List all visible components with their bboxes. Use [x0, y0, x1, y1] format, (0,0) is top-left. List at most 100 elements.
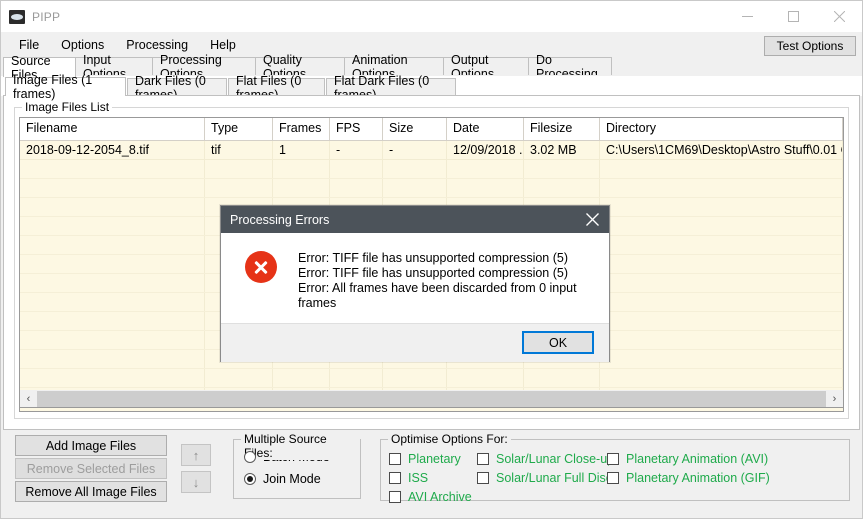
table-cell-empty — [330, 369, 383, 387]
table-row-empty[interactable] — [20, 369, 843, 388]
dialog-title-bar: Processing Errors — [221, 206, 609, 233]
error-icon — [245, 251, 277, 283]
table-row-empty[interactable] — [20, 179, 843, 198]
radio-batch-mode-indicator[interactable] — [244, 451, 256, 463]
checkbox-iss-box[interactable] — [389, 472, 401, 484]
table-row[interactable]: 2018-09-12-2054_8.tif tif 1- -12/09/2018 ..… — [20, 141, 843, 160]
table-cell-empty — [600, 312, 843, 330]
remove-selected-files-button[interactable]: Remove Selected Files — [15, 458, 167, 479]
column-header-frames[interactable]: Frames — [273, 118, 330, 140]
move-down-button[interactable]: ↓ — [181, 471, 211, 493]
table-cell-empty — [600, 369, 843, 387]
table-cell-empty — [524, 179, 600, 197]
column-header-size[interactable]: Size — [383, 118, 447, 140]
table-cell-empty — [20, 160, 205, 178]
tab-do-processing[interactable]: Do Processing — [528, 53, 612, 81]
checkbox-planetary-animation-avi-box[interactable] — [607, 453, 619, 465]
table-cell-empty — [383, 369, 447, 387]
test-options-button[interactable]: Test Options — [764, 36, 856, 56]
table-cell-empty — [600, 274, 843, 292]
checkbox-avi-archive-label: AVI Archive — [408, 490, 472, 504]
subtab-flat-dark-files[interactable]: Flat Dark Files (0 frames) — [326, 74, 456, 102]
table-cell-size: - — [383, 141, 447, 159]
subtab-image-files[interactable]: Image Files (1 frames) — [5, 73, 126, 101]
checkbox-planetary-animation-gif[interactable]: Planetary Animation (GIF) — [607, 471, 770, 485]
optimise-options-label: Optimise Options For: — [388, 432, 511, 446]
table-cell-filesize: 3.02 MB — [524, 141, 600, 159]
table-cell-empty — [20, 293, 205, 311]
table-cell-empty — [20, 369, 205, 387]
table-cell-directory: C:\Users\1CM69\Desktop\Astro Stuff\0.01 … — [600, 141, 843, 159]
multiple-source-files-group: Multiple Source Files: Batch Mode Join M… — [233, 432, 361, 499]
subtab-dark-files[interactable]: Dark Files (0 frames) — [127, 74, 227, 102]
table-cell-empty — [600, 350, 843, 368]
menu-item-help[interactable]: Help — [200, 35, 246, 55]
checkbox-planetary-animation-gif-label: Planetary Animation (GIF) — [626, 471, 770, 485]
table-cell-filename: 2018-09-12-2054_8.tif — [20, 141, 205, 159]
table-cell-empty — [20, 350, 205, 368]
column-header-fps[interactable]: FPS — [330, 118, 383, 140]
checkbox-planetary[interactable]: Planetary — [389, 452, 461, 466]
radio-join-mode-indicator[interactable] — [244, 473, 256, 485]
minimize-button[interactable] — [724, 1, 770, 32]
checkbox-avi-archive[interactable]: AVI Archive — [389, 490, 472, 504]
checkbox-solar-lunar-closeup-box[interactable] — [477, 453, 489, 465]
scroll-left-arrow-icon[interactable]: ‹ — [20, 390, 37, 407]
table-cell-empty — [383, 160, 447, 178]
window-title-bar: PIPP — [1, 1, 862, 32]
menu-item-processing[interactable]: Processing — [116, 35, 198, 55]
table-cell-empty — [600, 331, 843, 349]
table-cell-empty — [447, 160, 524, 178]
checkbox-solar-lunar-full-disc[interactable]: Solar/Lunar Full Disc — [477, 471, 612, 485]
checkbox-solar-lunar-full-disc-box[interactable] — [477, 472, 489, 484]
column-header-filesize[interactable]: Filesize — [524, 118, 600, 140]
dialog-message-list: Error: TIFF file has unsupported compres… — [298, 251, 609, 311]
table-cell-empty — [600, 236, 843, 254]
menu-item-options[interactable]: Options — [51, 35, 114, 55]
table-cell-empty — [524, 160, 600, 178]
maximize-button[interactable] — [770, 1, 816, 32]
table-cell-empty — [205, 179, 273, 197]
table-row-empty[interactable] — [20, 160, 843, 179]
table-cell-empty — [20, 217, 205, 235]
checkbox-planetary-animation-avi-label: Planetary Animation (AVI) — [626, 452, 769, 466]
checkbox-planetary-animation-gif-box[interactable] — [607, 472, 619, 484]
remove-all-image-files-button[interactable]: Remove All Image Files — [15, 481, 167, 502]
dialog-message-line: Error: All frames have been discarded fr… — [298, 281, 577, 310]
table-cell-empty — [20, 331, 205, 349]
column-header-directory[interactable]: Directory — [600, 118, 843, 140]
radio-join-mode[interactable]: Join Mode — [244, 472, 360, 486]
planet-icon — [9, 9, 25, 24]
pipp-application-window: PIPP File Options Processing Help Test O… — [0, 0, 863, 519]
move-up-button[interactable]: ↑ — [181, 444, 211, 466]
column-header-type[interactable]: Type — [205, 118, 273, 140]
subtab-flat-files[interactable]: Flat Files (0 frames) — [228, 74, 325, 102]
radio-join-mode-label: Join Mode — [263, 472, 321, 486]
table-cell-empty — [273, 179, 330, 197]
add-image-files-button[interactable]: Add Image Files — [15, 435, 167, 456]
window-controls — [724, 1, 862, 32]
scroll-right-arrow-icon[interactable]: › — [826, 390, 843, 407]
checkbox-planetary-animation-avi[interactable]: Planetary Animation (AVI) — [607, 452, 768, 466]
tab-output-options[interactable]: Output Options — [443, 53, 529, 81]
dialog-ok-button[interactable]: OK — [522, 331, 594, 354]
multiple-source-files-label: Multiple Source Files: — [241, 432, 360, 460]
horizontal-scrollbar[interactable]: ‹ › — [19, 390, 844, 408]
checkbox-iss[interactable]: ISS — [389, 471, 428, 485]
checkbox-planetary-box[interactable] — [389, 453, 401, 465]
close-button[interactable] — [816, 1, 862, 32]
checkbox-avi-archive-box[interactable] — [389, 491, 401, 503]
column-header-filename[interactable]: Filename — [20, 118, 205, 140]
column-header-date[interactable]: Date — [447, 118, 524, 140]
table-cell-empty — [600, 217, 843, 235]
dialog-close-icon[interactable] — [575, 206, 609, 233]
table-cell-empty — [600, 198, 843, 216]
window-title: PIPP — [32, 9, 61, 24]
menu-item-file[interactable]: File — [9, 35, 49, 55]
table-cell-empty — [524, 369, 600, 387]
table-cell-empty — [20, 179, 205, 197]
table-cell-empty — [600, 160, 843, 178]
scrollbar-thumb[interactable] — [37, 390, 826, 407]
checkbox-solar-lunar-closeup[interactable]: Solar/Lunar Close-up — [477, 452, 614, 466]
table-cell-empty — [383, 179, 447, 197]
